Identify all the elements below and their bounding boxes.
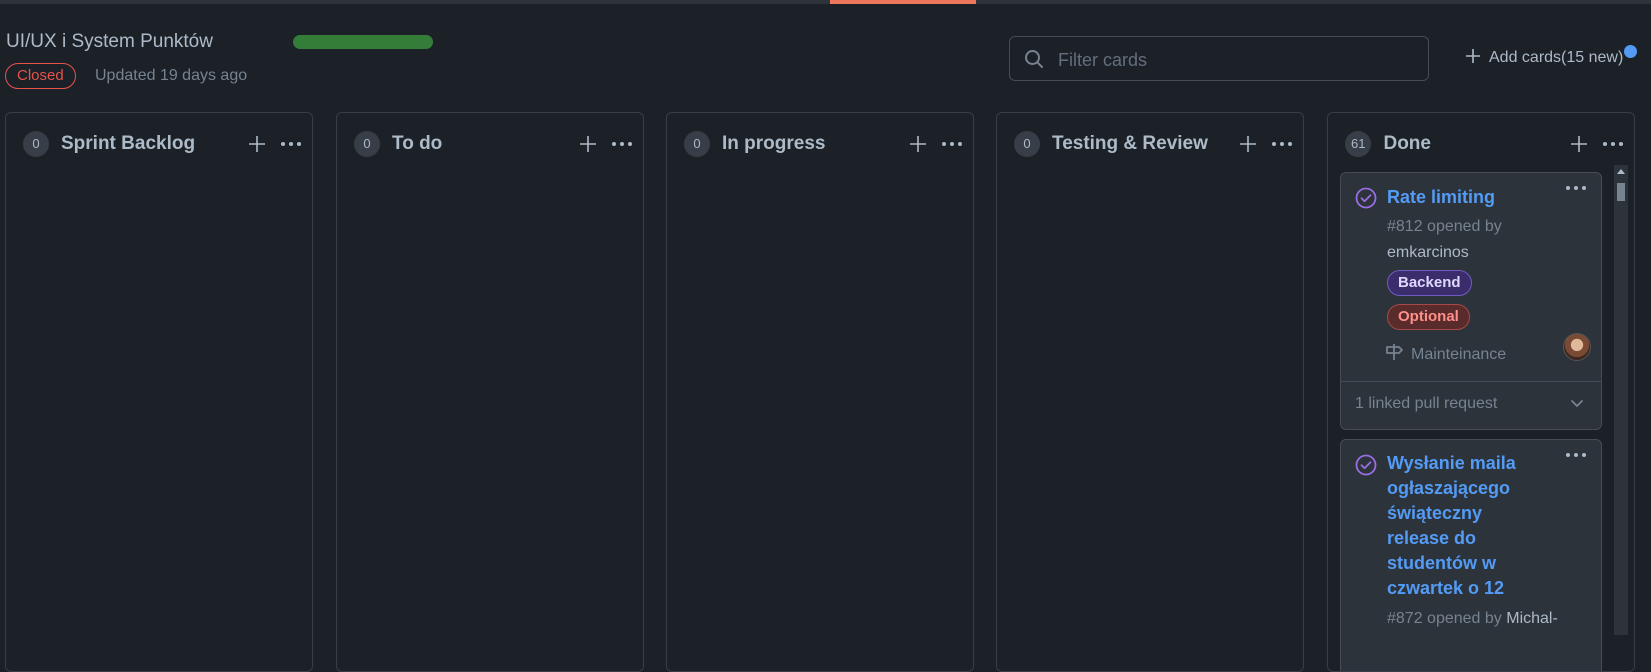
column-name: To do <box>392 133 443 154</box>
card-title-link[interactable]: Rate limiting <box>1387 185 1495 210</box>
issue-closed-icon <box>1355 187 1377 214</box>
milestone-icon <box>1385 342 1405 367</box>
column-sprint-backlog: 0 Sprint Backlog <box>5 112 313 672</box>
card-menu-icon[interactable] <box>1565 185 1587 191</box>
card-divider <box>1341 381 1601 382</box>
card-opened-meta: #812 opened by <box>1387 218 1502 235</box>
card-author-name[interactable]: emkarcinos <box>1387 244 1469 261</box>
project-title: UI/UX i System Punktów <box>6 31 213 52</box>
column-header: 0 Sprint Backlog <box>23 129 302 159</box>
issue-card[interactable]: Rate limiting #812 opened by emkarcinos … <box>1340 172 1602 430</box>
search-icon <box>1024 49 1044 74</box>
add-card-plus-icon[interactable] <box>1570 135 1588 153</box>
card-milestone[interactable]: Mainteinance <box>1385 342 1507 367</box>
issue-closed-icon <box>1355 454 1377 481</box>
top-nav-border <box>0 0 1651 4</box>
column-count: 61 <box>1345 131 1372 157</box>
plus-icon <box>1465 48 1481 69</box>
scroll-up-arrow[interactable] <box>1617 169 1625 174</box>
column-count: 0 <box>354 131 380 157</box>
label-backend[interactable]: Backend <box>1387 270 1472 296</box>
column-in-progress: 0 In progress <box>666 112 974 672</box>
column-menu-icon[interactable] <box>280 141 302 147</box>
column-name: Sprint Backlog <box>61 133 196 154</box>
column-menu-icon[interactable] <box>1271 141 1293 147</box>
column-menu-icon[interactable] <box>941 141 963 147</box>
label-optional[interactable]: Optional <box>1387 304 1470 330</box>
updated-timestamp: Updated 19 days ago <box>95 67 248 84</box>
filter-cards-input[interactable] <box>1056 45 1420 75</box>
add-card-plus-icon[interactable] <box>1239 135 1257 153</box>
new-cards-indicator <box>1624 45 1637 58</box>
add-cards-button[interactable]: Add cards(15 new) <box>1465 46 1623 70</box>
card-menu-icon[interactable] <box>1565 452 1587 458</box>
column-name: Testing & Review <box>1052 133 1208 154</box>
card-author[interactable]: emkarcinos <box>1387 244 1469 262</box>
column-count: 0 <box>23 131 49 157</box>
card-opened-meta: #872 opened by Michal- <box>1387 610 1558 628</box>
column-menu-icon[interactable] <box>611 141 633 147</box>
project-progress-bar <box>293 35 433 49</box>
column-name: Done <box>1383 133 1431 154</box>
milestone-name: Mainteinance <box>1411 345 1507 363</box>
scroll-thumb[interactable] <box>1617 183 1625 201</box>
assignee-avatar[interactable] <box>1563 333 1591 361</box>
column-done: 61 Done Rate limiting #812 opened by emk… <box>1327 112 1635 672</box>
column-header: 0 To do <box>354 129 633 159</box>
issue-card[interactable]: Wysłanie maila ogłaszającego świąteczny … <box>1340 439 1602 671</box>
active-tab-underline <box>830 0 976 4</box>
column-menu-icon[interactable] <box>1602 141 1624 147</box>
column-header: 61 Done <box>1345 129 1624 159</box>
status-badge: Closed <box>5 63 76 89</box>
column-testing-review: 0 Testing & Review <box>996 112 1304 672</box>
column-header: 0 In progress <box>684 129 963 159</box>
add-cards-label: Add cards(15 new) <box>1489 49 1624 66</box>
linked-pull-requests[interactable]: 1 linked pull request <box>1355 395 1497 413</box>
add-card-plus-icon[interactable] <box>248 135 266 153</box>
column-name: In progress <box>722 133 826 154</box>
card-opened-text: #872 opened by <box>1387 610 1502 627</box>
column-to-do: 0 To do <box>336 112 644 672</box>
column-count: 0 <box>1014 131 1040 157</box>
column-count: 0 <box>684 131 710 157</box>
card-title-link[interactable]: Wysłanie maila ogłaszającego świąteczny … <box>1387 451 1537 601</box>
chevron-down-icon[interactable] <box>1569 395 1585 416</box>
card-author-name[interactable]: Michal- <box>1506 610 1558 627</box>
add-card-plus-icon[interactable] <box>909 135 927 153</box>
add-card-plus-icon[interactable] <box>579 135 597 153</box>
filter-cards-field[interactable] <box>1009 36 1429 81</box>
column-header: 0 Testing & Review <box>1014 129 1293 159</box>
column-scrollbar[interactable] <box>1614 165 1628 635</box>
